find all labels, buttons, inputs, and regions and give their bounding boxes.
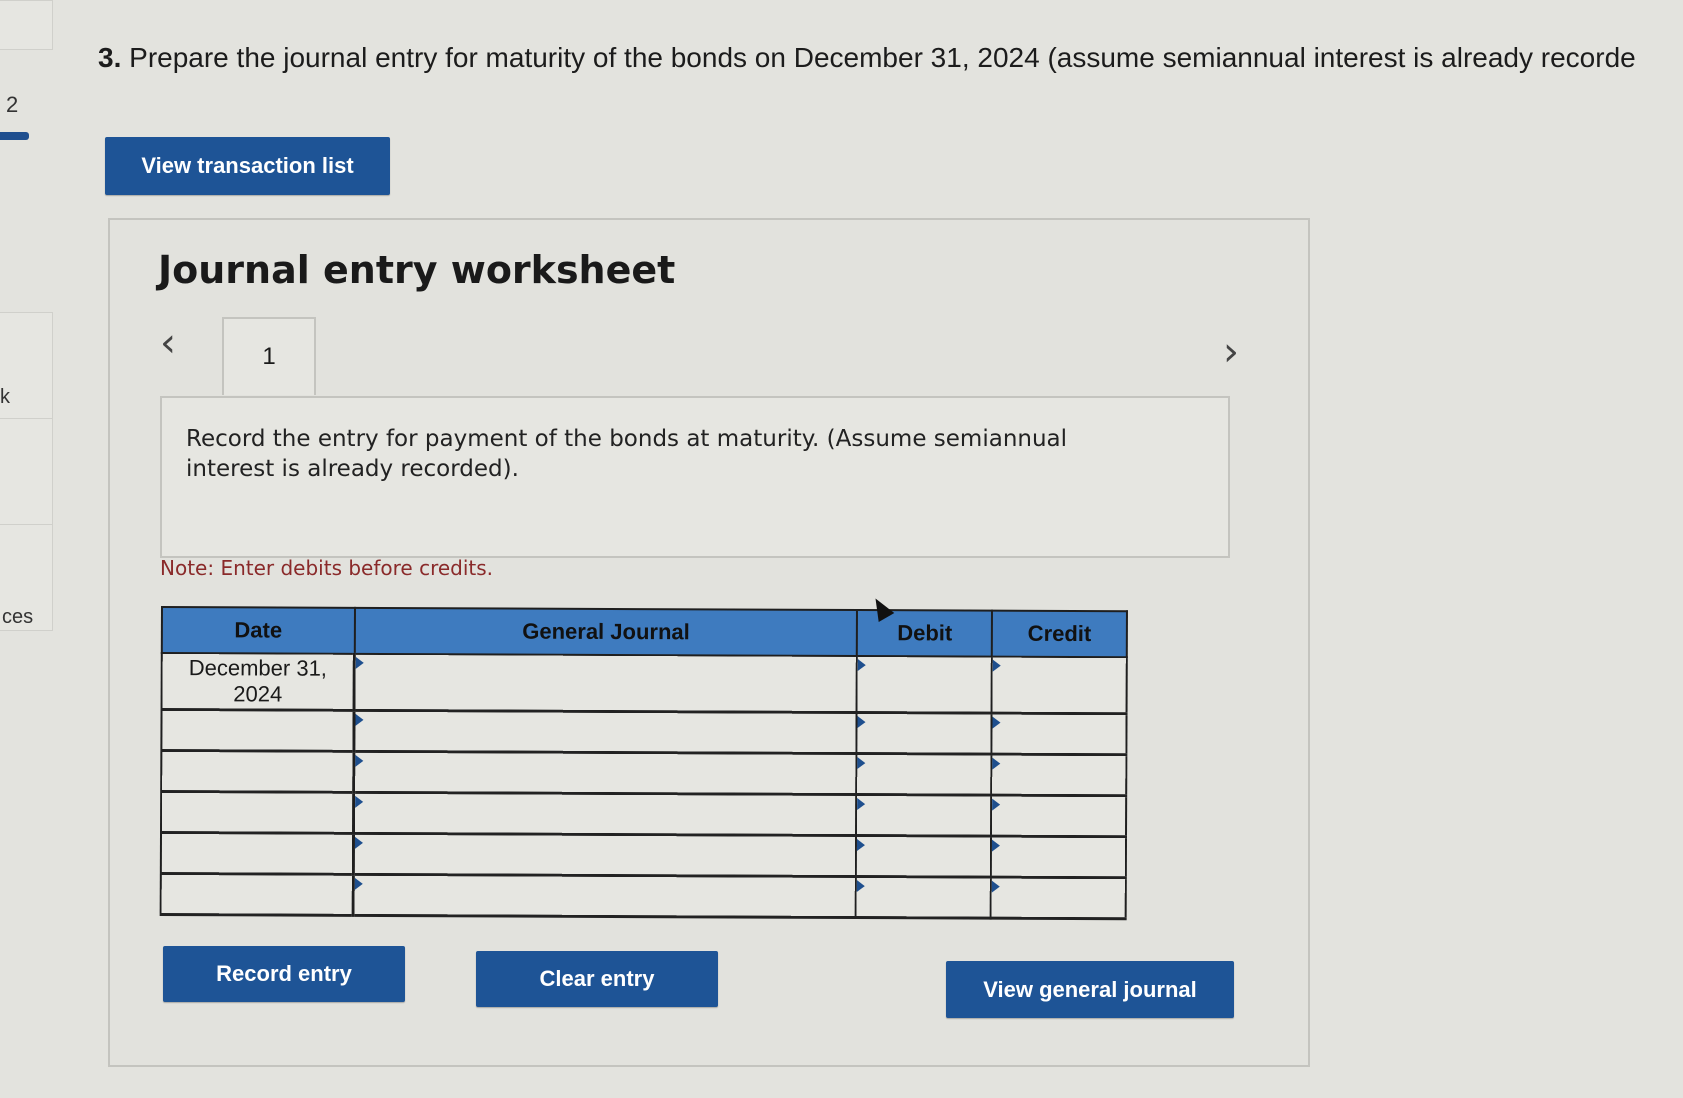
credit-input[interactable] — [991, 656, 1127, 714]
date-cell[interactable] — [161, 791, 354, 834]
rail-card-top[interactable] — [0, 0, 53, 50]
question-text: 3. Prepare the journal entry for maturit… — [98, 42, 1683, 74]
next-entry-chevron-icon[interactable]: › — [1223, 332, 1239, 372]
date-cell[interactable] — [161, 750, 355, 793]
clear-entry-button[interactable]: Clear entry — [476, 951, 718, 1007]
debit-input[interactable] — [856, 835, 992, 878]
left-rail: 2 k ces — [0, 0, 58, 1098]
view-transaction-list-button[interactable]: View transaction list — [105, 137, 390, 195]
view-general-journal-button[interactable]: View general journal — [946, 961, 1234, 1018]
account-input[interactable] — [354, 653, 858, 713]
instruction-text: Record the entry for payment of the bond… — [186, 426, 1068, 482]
question-body: Prepare the journal entry for maturity o… — [129, 42, 1636, 73]
rail-question-number[interactable]: 2 — [6, 92, 18, 118]
credit-input[interactable] — [991, 754, 1127, 796]
debit-credit-note: Note: Enter debits before credits. — [160, 556, 494, 580]
account-input[interactable] — [353, 792, 857, 836]
table-row — [161, 750, 1127, 796]
entry-tab-1[interactable]: 1 — [222, 317, 316, 395]
rail-resources-label: ces — [2, 606, 34, 628]
rail-partial-glyph: k — [0, 386, 10, 408]
debit-input[interactable] — [856, 712, 992, 755]
account-input[interactable] — [354, 710, 858, 754]
table-row — [161, 791, 1127, 837]
debit-input[interactable] — [857, 656, 993, 714]
credit-column-header: Credit — [992, 610, 1127, 658]
date-cell[interactable] — [161, 709, 355, 752]
record-entry-button[interactable]: Record entry — [163, 946, 405, 1002]
account-input[interactable] — [353, 833, 857, 877]
journal-entry-table: Date General Journal Debit Credit Decemb… — [160, 606, 1128, 920]
rail-card-lower[interactable] — [0, 418, 53, 525]
table-row — [160, 832, 1127, 878]
date-cell[interactable] — [160, 873, 354, 916]
table-row — [160, 873, 1126, 919]
instruction-box: Record the entry for payment of the bond… — [160, 396, 1230, 558]
date-cell[interactable] — [160, 832, 354, 875]
credit-input[interactable] — [990, 877, 1126, 919]
debit-input[interactable] — [856, 794, 992, 837]
general-journal-column-header: General Journal — [354, 607, 858, 657]
account-input[interactable] — [353, 751, 857, 795]
date-column-header: Date — [161, 607, 355, 654]
date-cell[interactable]: December 31, 2024 — [161, 653, 355, 711]
credit-input[interactable] — [991, 713, 1127, 755]
credit-input[interactable] — [991, 795, 1127, 837]
table-row: December 31, 2024 — [161, 653, 1127, 714]
debit-input[interactable] — [856, 753, 992, 796]
account-input[interactable] — [353, 874, 857, 918]
question-number: 3. — [98, 42, 122, 73]
credit-input[interactable] — [991, 836, 1127, 878]
worksheet-title: Journal entry worksheet — [158, 248, 676, 292]
table-row — [161, 709, 1127, 755]
rail-progress-indicator — [0, 132, 29, 140]
debit-input[interactable] — [856, 876, 992, 919]
previous-entry-chevron-icon[interactable]: ‹ — [160, 323, 176, 363]
